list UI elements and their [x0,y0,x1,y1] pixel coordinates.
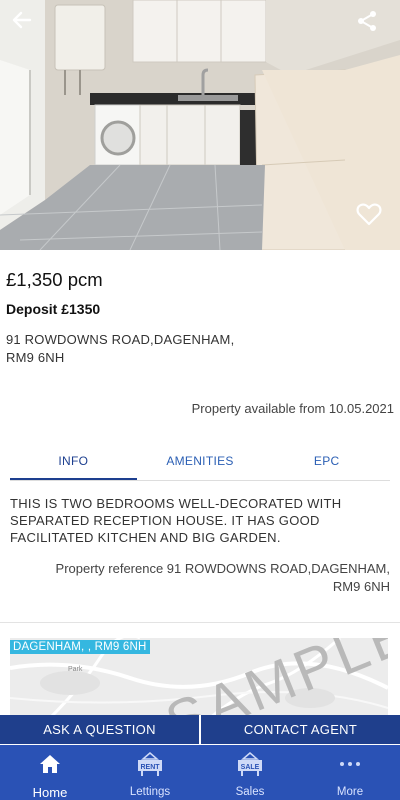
availability-date: Property available from 10.05.2021 [191,401,394,416]
nav-item-lettings[interactable]: RENT Lettings [100,745,200,800]
reference-line-1: Property reference 91 ROWDOWNS ROAD,DAGE… [55,561,390,576]
sale-sign-icon: SALE [237,752,263,776]
property-address: 91 ROWDOWNS ROAD,DAGENHAM, RM9 6NH [6,331,266,367]
sale-badge-text: SALE [241,764,260,771]
price: £1,350 pcm [6,269,103,290]
location-map[interactable]: SAMPLE Park DAGENHAM, , RM9 6NH [10,638,388,718]
nav-label-more: More [336,786,364,798]
heart-outline-icon [356,203,382,226]
rent-sign-icon: RENT [137,752,163,776]
deposit: Deposit £1350 [6,301,101,317]
address-line-1: 91 ROWDOWNS ROAD,DAGENHAM, [6,332,235,347]
home-icon [39,752,61,775]
nav-label-home: Home [32,785,68,800]
property-reference: Property reference 91 ROWDOWNS ROAD,DAGE… [10,560,390,596]
favorite-button[interactable] [356,202,392,238]
map-location-label: DAGENHAM, , RM9 6NH [10,640,150,654]
section-divider [0,622,400,623]
nav-item-more[interactable]: More [300,745,400,800]
nav-item-sales[interactable]: SALE Sales [200,745,300,800]
back-button[interactable] [12,10,48,46]
tab-epc[interactable]: EPC [263,445,390,480]
map-place-label: Park [68,666,83,673]
rent-badge-text: RENT [140,764,160,771]
action-bar: ASK A QUESTION CONTACT AGENT [0,715,400,744]
reference-line-2: RM9 6NH [332,579,390,594]
tab-amenities[interactable]: AMENITIES [137,445,264,480]
bottom-navigation: Home RENT Lettings SALE Sales More [0,745,400,800]
share-button[interactable] [356,10,392,46]
details-tabs: INFO AMENITIES EPC [10,445,390,481]
ask-question-button[interactable]: ASK A QUESTION [0,715,199,744]
share-icon [358,11,376,31]
nav-label-lettings: Lettings [129,786,171,798]
tab-info[interactable]: INFO [10,445,137,480]
arrow-left-icon [12,11,32,29]
contact-agent-button[interactable]: CONTACT AGENT [201,715,400,744]
more-dots-icon [339,752,361,776]
nav-item-home[interactable]: Home [0,745,100,800]
property-description: THIS IS TWO BEDROOMS WELL-DECORATED WITH… [10,496,342,545]
nav-label-sales: Sales [235,786,265,798]
address-line-2: RM9 6NH [6,350,65,365]
property-photo[interactable] [0,0,400,250]
kitchen-photo-illustration [0,0,400,250]
